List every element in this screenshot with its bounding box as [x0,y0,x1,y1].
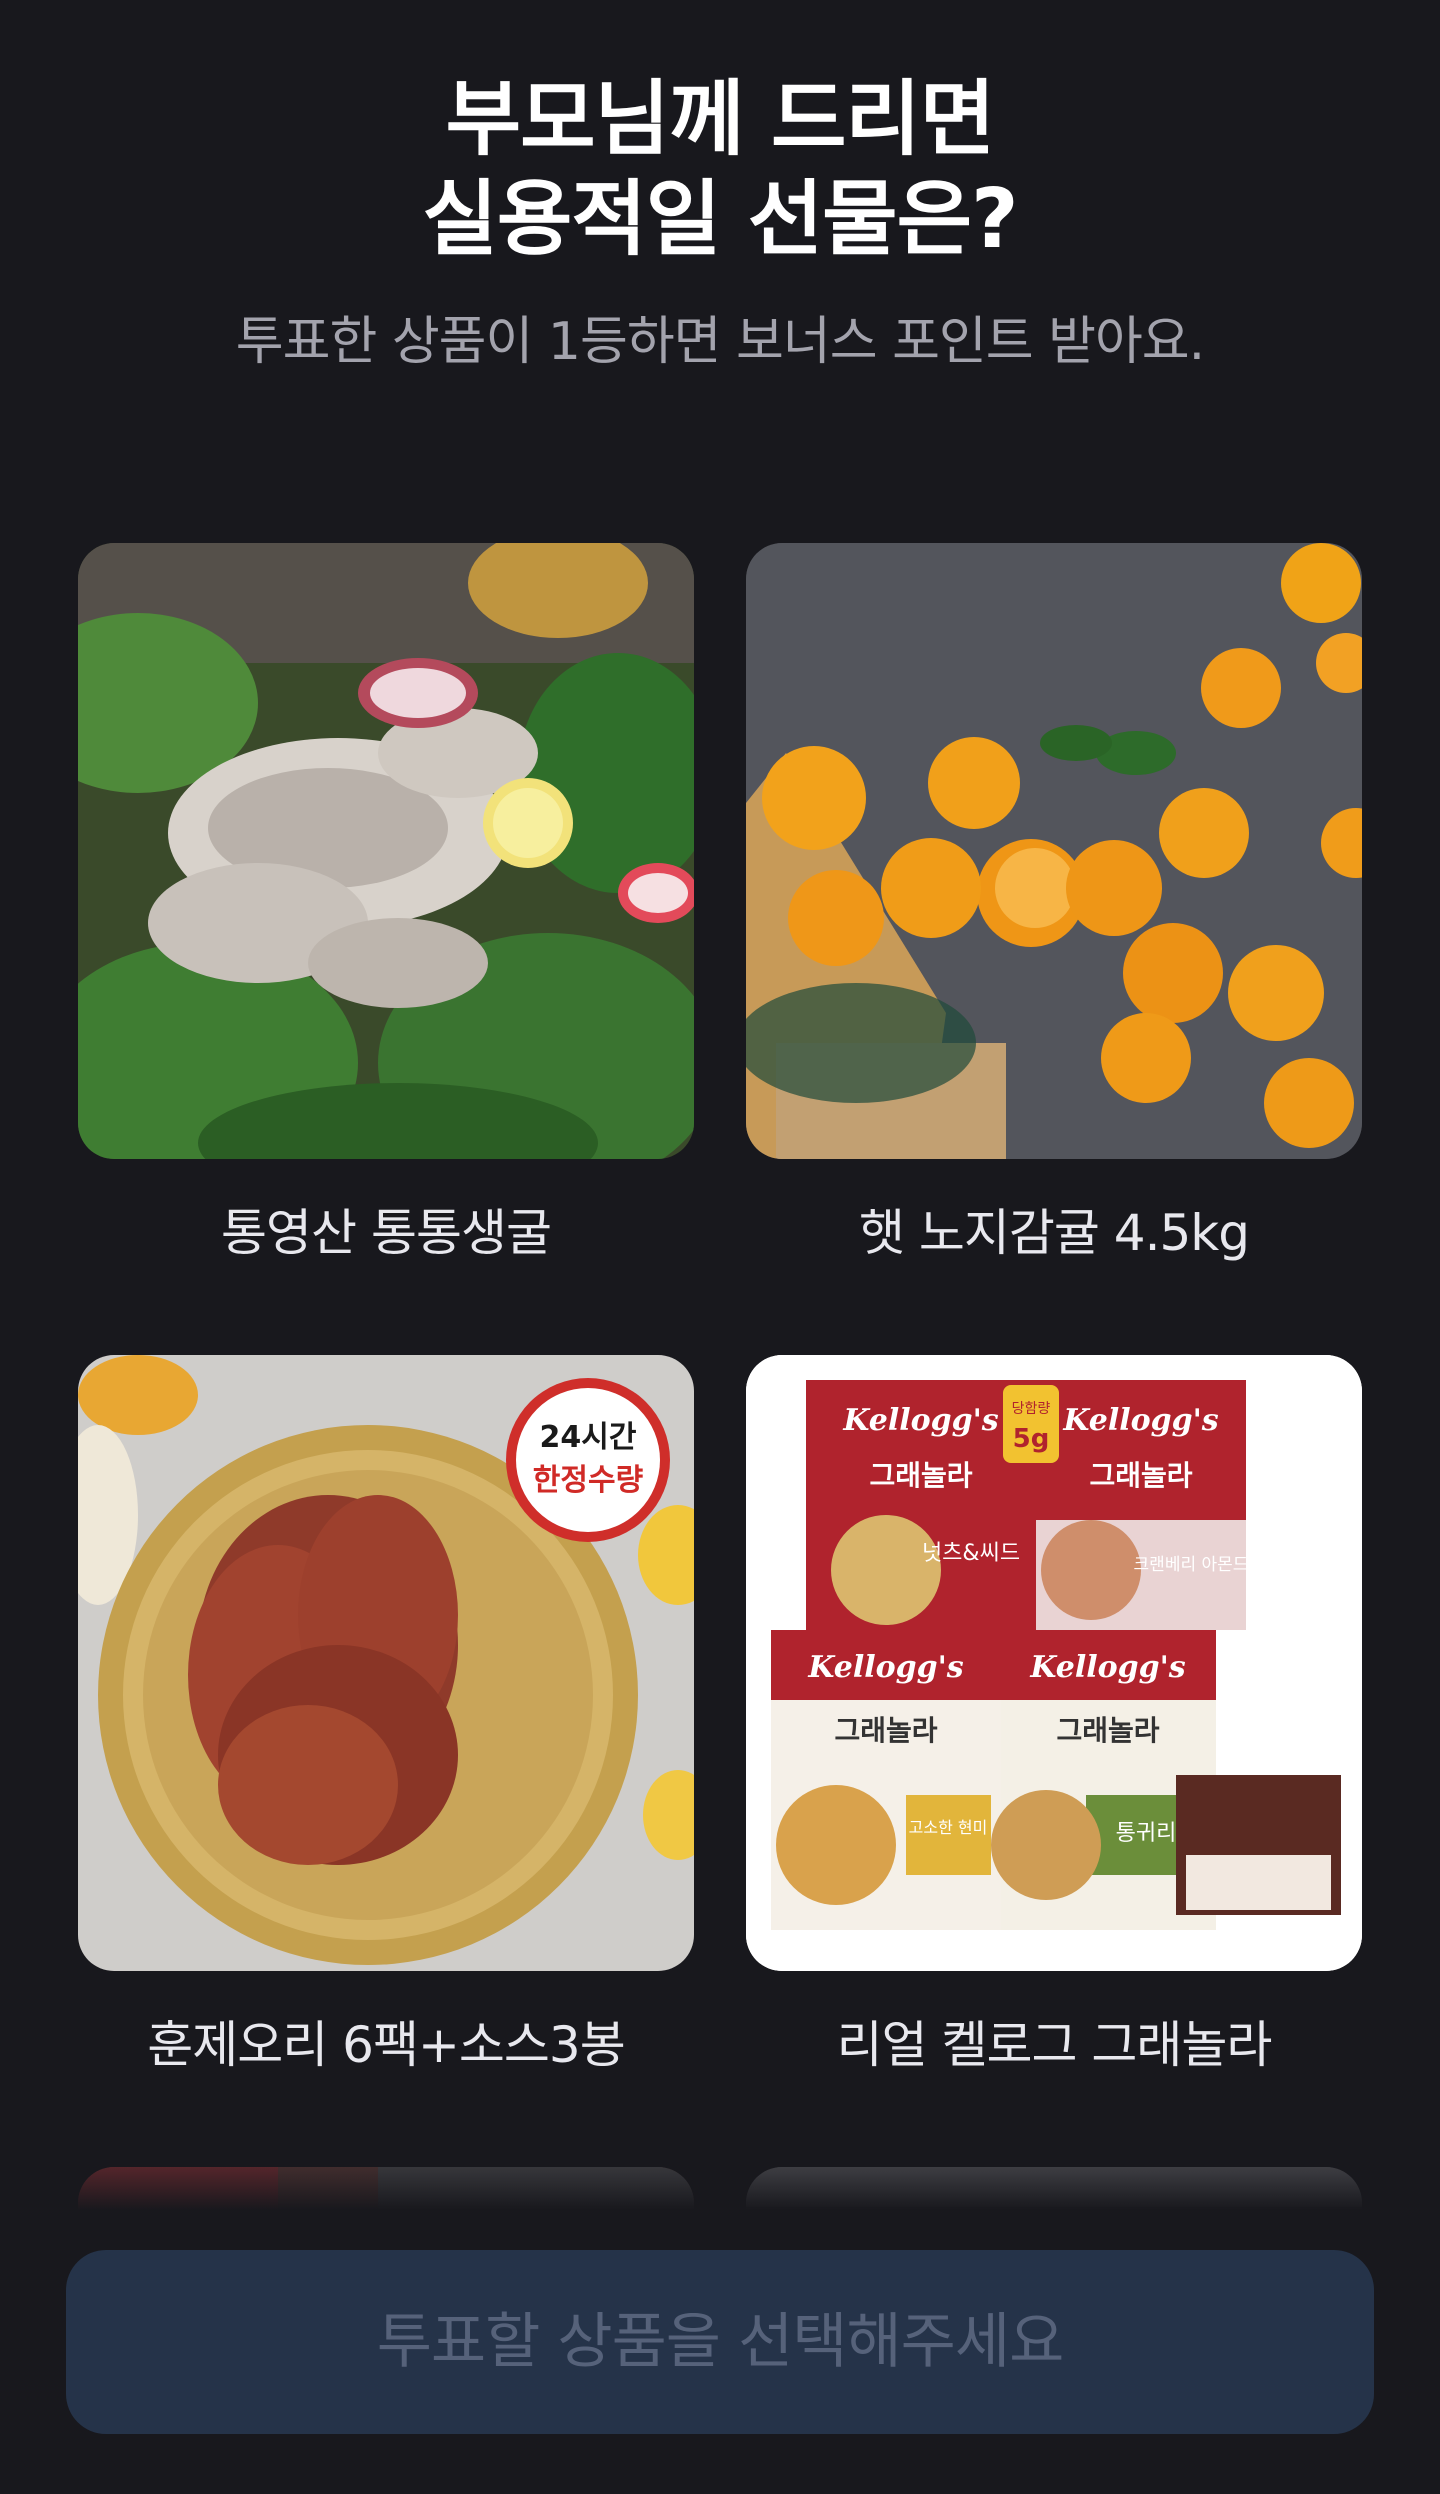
sugar-tag-value: 5g [1013,1424,1050,1454]
flavor-3: 고소한 현미 [909,1818,988,1837]
flavor-1: 넛츠&씨드 [922,1541,1020,1566]
flavor-2: 크랜베리 아몬드 [1134,1555,1249,1575]
kelloggs-granola-image: Kellogg's 그래놀라 넛츠&씨드 Kellogg's 그래놀라 크랜베리… [746,1355,1362,1971]
brand-text: Kellogg's [1062,1403,1218,1438]
title-line-1: 부모님께 드리면 [445,72,996,167]
product-name: 훈제오리 6팩+소스3봉 [147,2016,625,2074]
pack-title: 그래놀라 [1056,1714,1159,1747]
pack-title: 그래놀라 [1089,1459,1192,1492]
flavor-4: 통귀리 [1116,1821,1177,1846]
product-image-granola[interactable]: Kellogg's 그래놀라 넛츠&씨드 Kellogg's 그래놀라 크랜베리… [746,1355,1362,1971]
page-title: 부모님께 드리면 실용적일 선물은? [0,70,1440,270]
badge-line-2: 한정수량 [533,1463,644,1498]
page-subtitle: 투표한 상품이 1등하면 보너스 포인트 받아요. [235,312,1205,372]
header: 부모님께 드리면 실용적일 선물은? 투표한 상품이 1등하면 보너스 포인트 … [0,70,1440,372]
brand-text: Kellogg's [1029,1650,1185,1685]
smoked-duck-image: 24시간 한정수량 [78,1355,694,1971]
sugar-tag-label: 당함량 [1012,1401,1051,1417]
product-image-tangerine[interactable] [746,543,1362,1159]
oyster-salad-image [78,543,694,1159]
pack-title: 그래놀라 [869,1459,972,1492]
pack-title: 그래놀라 [834,1714,937,1747]
product-image-smoked-duck[interactable]: 24시간 한정수량 [78,1355,694,1971]
product-name: 통영산 통통생굴 [221,1204,552,1262]
title-line-2: 실용적일 선물은? [422,172,1018,267]
tangerines-image [746,543,1362,1159]
badge-line-1: 24시간 [540,1420,637,1455]
brand-text: Kellogg's [842,1403,998,1438]
product-name: 햇 노지감귤 4.5kg [859,1204,1250,1262]
product-image-oyster[interactable] [78,543,694,1159]
brand-text: Kellogg's [807,1650,963,1685]
product-name: 리얼 켈로그 그래놀라 [836,2016,1273,2074]
vote-button[interactable]: 투표할 상품을 선택해주세요 [66,2250,1374,2434]
